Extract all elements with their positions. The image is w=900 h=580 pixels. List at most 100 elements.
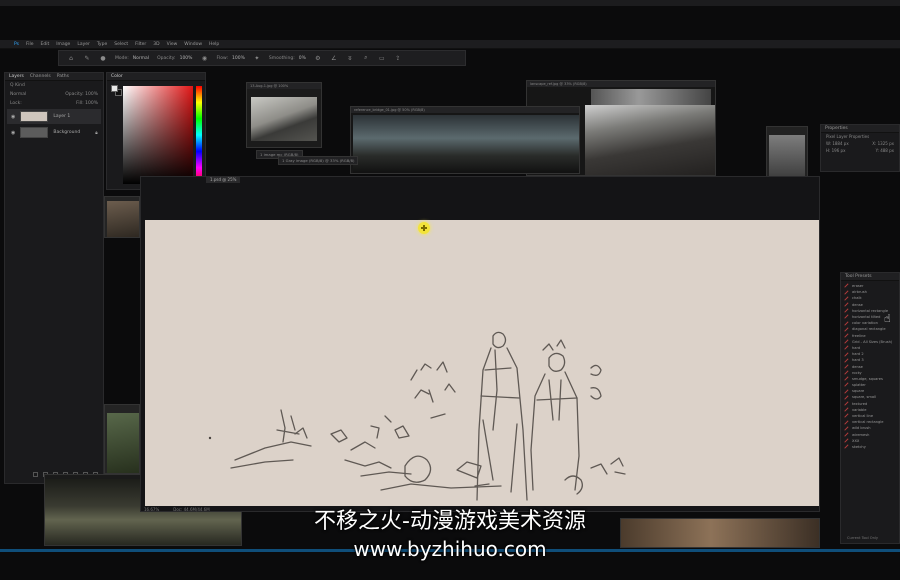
brush-preset-icon (844, 283, 849, 289)
reference-window[interactable] (766, 126, 808, 178)
hue-slider[interactable] (196, 86, 202, 184)
menu-edit[interactable]: Edit (41, 42, 50, 47)
properties-panel: Properties Pixel Layer Properties W: 188… (820, 124, 900, 172)
brush-preset-icon (844, 389, 849, 394)
tool-preset-label: Grid - All Sizes (Brush) (852, 339, 893, 344)
mouse-pointer-icon: ☝ (884, 312, 891, 325)
layer-fill[interactable]: Fill: 100% (76, 101, 98, 106)
brush-preset-icon (844, 364, 849, 369)
layers-panel: Layers Channels Paths Q Kind Normal Opac… (4, 72, 104, 484)
x-value[interactable]: X: 1325 px (872, 141, 894, 146)
tool-preset-label: diagonal rectangle (852, 327, 886, 332)
menu-3d[interactable]: 3D (153, 42, 159, 47)
color-picker-field[interactable] (123, 86, 193, 184)
smoothing-field[interactable]: Smoothing: 0% (269, 56, 306, 61)
properties-subtitle: Pixel Layer Properties (826, 134, 870, 139)
menu-bar: Ps File Edit Image Layer Type Select Fil… (0, 40, 900, 49)
menu-select[interactable]: Select (114, 42, 128, 47)
reference-window[interactable]: reference_bridge_01.jpg @ 50% (RGB/8) (350, 106, 580, 174)
height-value[interactable]: H: 196 px (826, 148, 845, 153)
drawing-canvas[interactable] (145, 220, 819, 506)
workspace-icon[interactable]: ▭ (378, 54, 386, 62)
brush-preset-icon (844, 339, 849, 344)
reference-window-title[interactable]: lanscape_ref.jpg @ 33% (RGB/8) (527, 81, 715, 87)
width-value[interactable]: W: 1884 px (826, 141, 849, 146)
tool-preset-label: eraser (852, 284, 864, 289)
layer-filter-row: Q Kind (5, 81, 103, 90)
top-strip (0, 0, 900, 6)
menu-window[interactable]: Window (184, 42, 202, 47)
blend-mode-select[interactable]: Normal (10, 92, 26, 97)
lock-icon: 🔒︎ (95, 130, 98, 136)
brush-preset-icon (844, 413, 849, 419)
layer-kind-filter[interactable]: Q Kind (10, 83, 25, 88)
layer-thumbnail (20, 127, 49, 138)
tool-preset-label: airbrush (852, 290, 867, 295)
tool-preset-label: splatter (852, 383, 866, 388)
gear-icon[interactable]: ⚙ (314, 54, 322, 62)
tool-preset-label: horizontal tilted (852, 315, 881, 320)
menu-filter[interactable]: Filter (135, 42, 146, 47)
tool-preset-label: rocky (852, 370, 862, 375)
reference-window-title[interactable]: 13-Aug-1.jpg @ 100% (247, 83, 321, 89)
opacity-field[interactable]: Opacity: 100% (157, 56, 192, 61)
mode-field[interactable]: Mode: Normal (115, 56, 149, 61)
airbrush-icon[interactable]: ✦ (253, 54, 261, 62)
layer-name: Layer 1 (53, 114, 71, 119)
eye-icon[interactable]: ◉ (11, 130, 15, 136)
angle-icon[interactable]: ∠ (330, 54, 338, 62)
tool-preset-item[interactable]: sketchy (844, 444, 899, 450)
properties-title[interactable]: Properties (821, 125, 899, 133)
brush-preset-icon (844, 370, 849, 375)
flow-field[interactable]: Flow: 100% (216, 56, 244, 61)
tool-preset-label: hard 2 (852, 352, 864, 357)
tab-layers[interactable]: Layers (9, 74, 24, 79)
menu-type[interactable]: Type (97, 42, 107, 47)
menu-help[interactable]: Help (209, 42, 219, 47)
lock-label: Lock: (10, 101, 22, 106)
foreground-color-swatch[interactable] (111, 85, 118, 92)
reference-image (353, 115, 579, 173)
lock-row: Lock: Fill: 100% (5, 99, 103, 108)
tool-preset-label: textured (852, 401, 868, 406)
brush-preset-icon (844, 314, 849, 320)
brush-size-icon[interactable]: ● (99, 54, 107, 62)
layer-opacity[interactable]: Opacity: 100% (65, 92, 98, 97)
link-icon[interactable] (33, 472, 38, 477)
brush-preset-icon (844, 358, 849, 363)
layer-row[interactable]: ◉ Background 🔒︎ (7, 125, 101, 140)
search-icon[interactable]: ⌕ (362, 54, 370, 62)
brush-preset-icon (844, 351, 849, 357)
reference-image (107, 413, 139, 473)
reference-window[interactable] (104, 404, 140, 474)
brush-preset-icon (844, 401, 849, 406)
menu-ps-logo[interactable]: Ps (14, 42, 19, 47)
tab-channels[interactable]: Channels (30, 74, 51, 79)
symmetry-icon[interactable]: ʬ (346, 54, 354, 62)
brush-tool-icon[interactable]: ✎ (83, 54, 91, 62)
reference-window[interactable]: 13-Aug-1.jpg @ 100% (246, 82, 322, 148)
document-tab[interactable]: 1.psd @ 25% (206, 176, 241, 183)
menu-layer[interactable]: Layer (77, 42, 90, 47)
menu-view[interactable]: View (167, 42, 178, 47)
properties-subtitle-row: Pixel Layer Properties (821, 133, 899, 140)
eye-icon[interactable]: ◉ (11, 114, 15, 120)
layer-thumbnail (20, 111, 49, 122)
y-value[interactable]: Y: 488 px (876, 148, 894, 153)
brush-preset-icon (844, 382, 849, 388)
share-icon[interactable]: ⇪ (394, 54, 402, 62)
home-icon[interactable]: ⌂ (67, 54, 75, 62)
tool-preset-label: hard (852, 345, 861, 350)
tool-preset-label: vertical rectangle (852, 420, 884, 425)
color-panel-tab: Color (107, 73, 205, 81)
tab-color[interactable]: Color (111, 74, 123, 79)
reference-window-title[interactable]: reference_bridge_01.jpg @ 50% (RGB/8) (351, 107, 579, 113)
tool-presets-title[interactable]: Tool Presets (841, 273, 899, 281)
pressure-opacity-icon[interactable]: ◉ (200, 54, 208, 62)
floating-doc-tab[interactable]: 1 Gray image (RGB/8) @ 33% (RGB/8) (278, 156, 359, 165)
menu-image[interactable]: Image (56, 42, 70, 47)
reference-window[interactable] (104, 196, 140, 238)
tab-paths[interactable]: Paths (57, 74, 69, 79)
menu-file[interactable]: File (26, 42, 34, 47)
layer-row[interactable]: ◉ Layer 1 (7, 109, 101, 124)
